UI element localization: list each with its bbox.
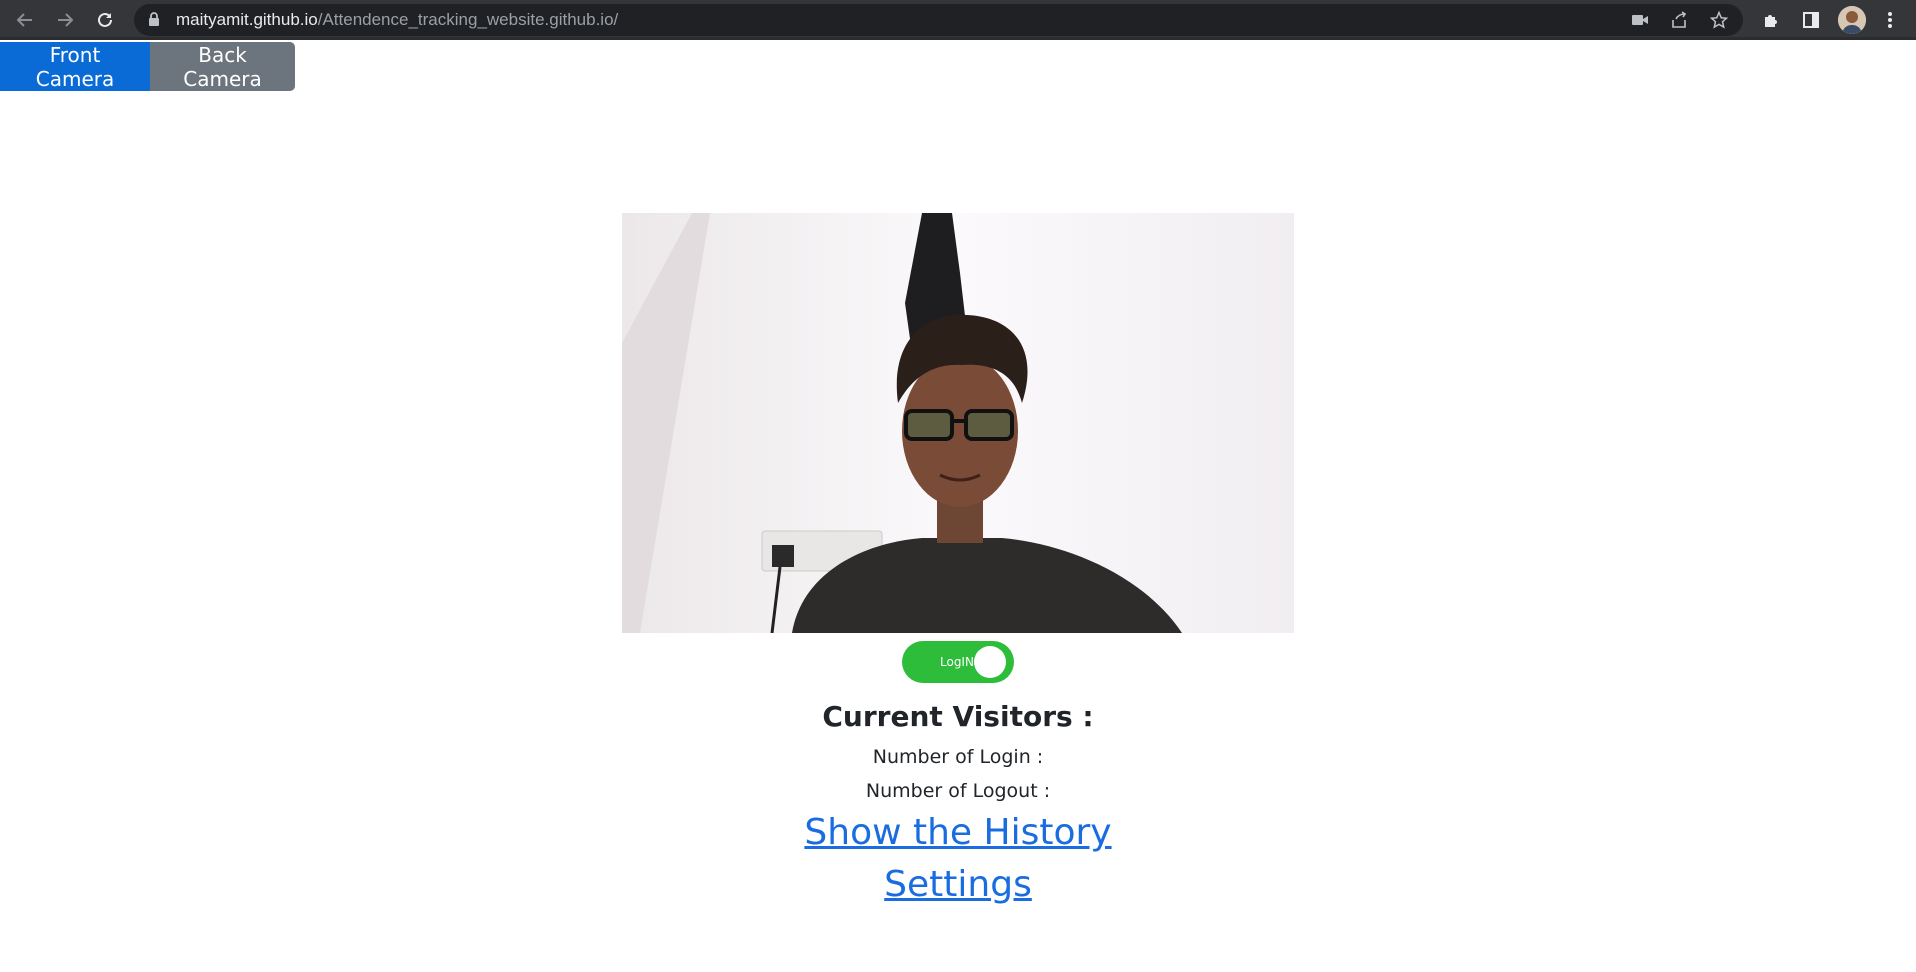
webcam-video-feed — [622, 213, 1294, 633]
history-link-row: Show the History — [0, 812, 1916, 853]
reload-icon[interactable] — [91, 6, 119, 34]
url-path: /Attendence_tracking_website.github.io/ — [317, 10, 619, 29]
side-panel-icon[interactable] — [1797, 6, 1825, 34]
current-visitors-heading: Current Visitors : — [822, 700, 1094, 733]
profile-avatar[interactable] — [1838, 6, 1866, 34]
settings-link-row: Settings — [0, 864, 1916, 905]
url-host: maityamit.github.io — [176, 10, 318, 29]
logout-count-label: Number of Logout : — [865, 780, 1051, 802]
login-toggle-switch[interactable]: LogIN — [902, 641, 1014, 683]
address-bar[interactable]: maityamit.github.io/Attendence_tracking_… — [134, 4, 1743, 36]
camera-icon[interactable] — [1628, 8, 1652, 32]
lock-icon[interactable] — [148, 12, 160, 32]
browser-toolbar: maityamit.github.io/Attendence_tracking_… — [0, 0, 1916, 40]
url-text[interactable]: maityamit.github.io/Attendence_tracking_… — [176, 4, 618, 36]
toggle-knob — [974, 646, 1006, 678]
share-icon[interactable] — [1667, 8, 1691, 32]
menu-dots-icon[interactable] — [1876, 6, 1904, 34]
back-arrow-icon[interactable] — [11, 6, 39, 34]
login-count-label: Number of Login : — [872, 746, 1044, 768]
show-history-link[interactable]: Show the History — [804, 812, 1111, 853]
forward-arrow-icon[interactable] — [51, 6, 79, 34]
back-camera-button[interactable]: Back Camera — [150, 42, 295, 91]
extensions-icon[interactable] — [1757, 6, 1785, 34]
front-camera-button[interactable]: Front Camera — [0, 42, 150, 91]
toggle-label: LogIN — [940, 655, 974, 669]
star-icon[interactable] — [1707, 8, 1731, 32]
settings-link[interactable]: Settings — [884, 864, 1032, 905]
